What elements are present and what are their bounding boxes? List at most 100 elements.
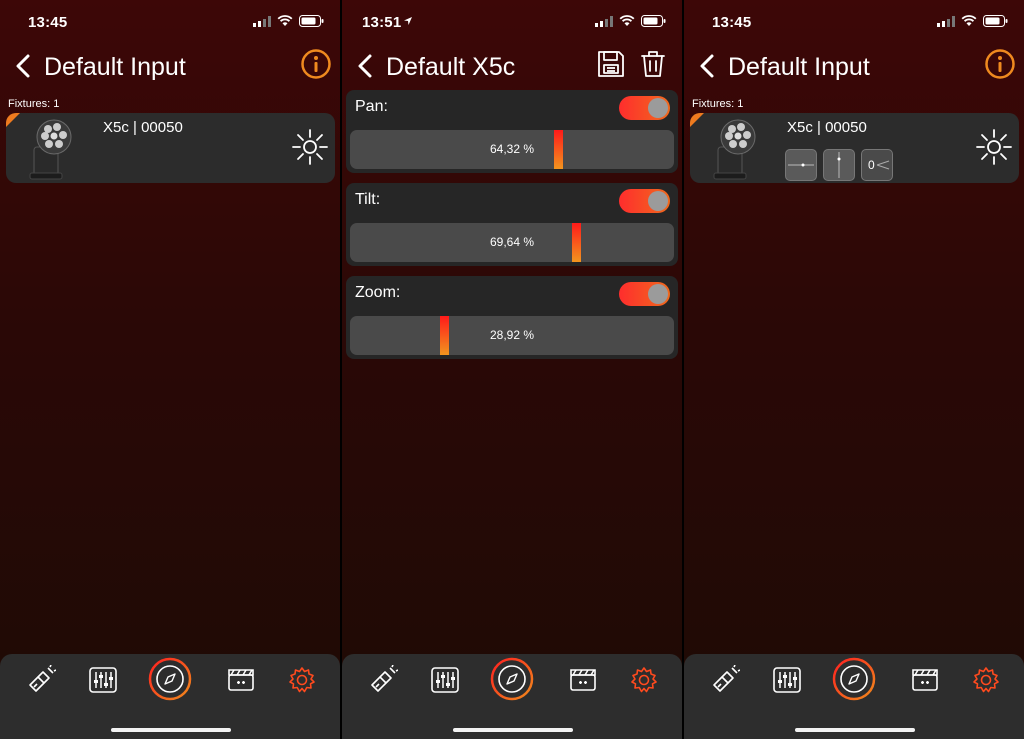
compass-tab[interactable] [490,657,534,701]
pan-position-icon [788,163,814,167]
mixer-faders-icon [773,667,801,693]
settings-tab[interactable] [971,665,1001,695]
gear-icon [631,667,657,693]
flashlight-icon [371,664,399,692]
clapperboard-icon [570,669,596,691]
fixture-card[interactable]: X5c | 00050 0 [690,113,1019,183]
slider-handle[interactable] [554,130,563,169]
fixtures-count-label: Fixtures: 1 [692,98,744,110]
battery-icon [983,15,1008,27]
info-icon[interactable] [984,48,1016,80]
battery-icon [299,15,324,27]
flashlight-tab[interactable] [368,664,399,695]
compass-tab[interactable] [832,657,876,701]
toggle-knob [648,284,668,304]
param-tilt: Tilt: 69,64 % [346,183,678,266]
moving-head-fixture-image [713,119,756,180]
signal-icon [253,15,271,27]
zoom-slider[interactable]: 28,92 % [350,316,674,355]
tilt-mini-indicator[interactable] [823,149,855,181]
back-chevron-icon[interactable] [354,52,378,80]
pan-toggle[interactable] [619,96,670,120]
status-bar: 13:45 [0,0,340,44]
mixer-tab[interactable] [430,665,460,695]
brightness-sun-icon[interactable] [291,128,329,166]
page-title: Default Input [728,53,870,81]
brightness-sun-icon[interactable] [975,128,1013,166]
param-zoom: Zoom: 28,92 % [346,276,678,359]
settings-tab[interactable] [287,665,317,695]
wifi-icon [619,15,635,26]
compass-icon [490,657,534,701]
pan-slider[interactable]: 64,32 % [350,130,674,169]
compass-tab[interactable] [148,657,192,701]
info-icon[interactable] [300,48,332,80]
location-arrow-icon [404,17,412,25]
zoom-readout: 0 [868,158,875,172]
zoom-beam-icon [876,160,890,170]
toggle-knob [648,98,668,118]
slider-value: 64,32 % [489,142,535,156]
gear-icon [973,667,999,693]
nav-bar: Default X5c [342,44,682,88]
nav-bar: Default Input [0,44,340,88]
clapperboard-icon [912,669,938,691]
trash-icon[interactable] [636,47,670,81]
home-indicator [111,728,231,732]
wifi-icon [961,15,977,26]
fixture-card[interactable]: X5c | 00050 [6,113,335,183]
flashlight-tab[interactable] [710,664,741,695]
slider-value: 28,92 % [489,328,535,342]
clapperboard-icon [228,669,254,691]
fixtures-count-label: Fixtures: 1 [8,98,60,110]
flashlight-tab[interactable] [26,664,57,695]
status-bar: 13:45 [684,0,1024,44]
settings-tab[interactable] [629,665,659,695]
status-bar: 13:51 [342,0,682,44]
status-time: 13:45 [712,14,752,31]
tab-bar [342,654,682,739]
screen-default-input: 13:45 Default Input Fixtures: 1 X5c | 00… [0,0,340,739]
nav-bar: Default Input [684,44,1024,88]
tilt-toggle[interactable] [619,189,670,213]
mixer-tab[interactable] [772,665,802,695]
fixture-name: X5c | 00050 [787,119,867,136]
pan-mini-indicator[interactable] [785,149,817,181]
mixer-faders-icon [89,667,117,693]
param-name: Zoom: [355,284,401,301]
slider-value: 69,64 % [489,235,535,249]
param-pan: Pan: 64,32 % [346,90,678,173]
compass-icon [832,657,876,701]
back-chevron-icon[interactable] [696,52,720,80]
status-time: 13:45 [28,14,68,31]
toggle-knob [648,191,668,211]
zoom-mini-indicator[interactable]: 0 [861,149,893,181]
fixture-name: X5c | 00050 [103,119,183,136]
tilt-position-icon [837,152,841,178]
status-time: 13:51 [362,14,402,31]
signal-icon [595,15,613,27]
battery-icon [641,15,666,27]
flashlight-icon [713,664,741,692]
back-chevron-icon[interactable] [12,52,36,80]
signal-icon [937,15,955,27]
wifi-icon [277,15,293,26]
compass-icon [148,657,192,701]
tilt-slider[interactable]: 69,64 % [350,223,674,262]
flashlight-icon [29,664,57,692]
clapper-tab[interactable] [568,665,598,695]
mixer-faders-icon [431,667,459,693]
zoom-toggle[interactable] [619,282,670,306]
page-title: Default X5c [386,53,516,81]
mixer-tab[interactable] [88,665,118,695]
slider-handle[interactable] [440,316,449,355]
save-floppy-icon[interactable] [594,47,628,81]
clapper-tab[interactable] [226,665,256,695]
tab-bar [684,654,1024,739]
clapper-tab[interactable] [910,665,940,695]
page-title: Default Input [44,53,186,81]
home-indicator [453,728,573,732]
slider-handle[interactable] [572,223,581,262]
param-name: Pan: [355,98,388,115]
tab-bar [0,654,340,739]
